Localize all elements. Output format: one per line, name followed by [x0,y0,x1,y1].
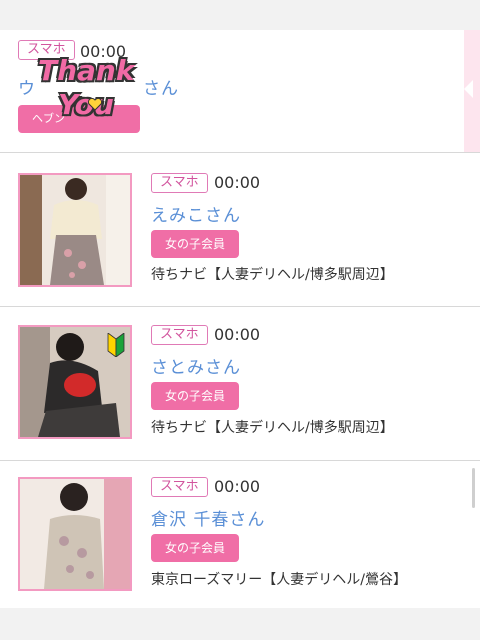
side-drawer-tab[interactable] [464,30,480,152]
member-badge-button[interactable]: 女の子会員 [151,382,240,410]
message-list: スマホ 00:00 ウ さん ヘブン Thank You スマホ 00:00 え… [0,30,480,608]
device-badge: スマホ [151,173,208,193]
person-photo-icon [20,479,130,589]
profile-photo[interactable] [18,173,132,287]
time-label: 00:00 [214,325,261,344]
scrollbar[interactable] [472,468,475,508]
list-item[interactable]: スマホ 00:00 えみこさん 女の子会員 待ちナビ【人妻デリヘル/博多駅周辺】 [0,153,480,307]
heart-icon [88,98,102,111]
time-label: 00:00 [214,173,261,192]
device-badge: スマホ [151,325,208,345]
list-item[interactable]: スマホ 00:00 さとみさん 女の子会員 待ちナビ【人妻デリヘル/博多駅周辺】 [0,307,480,461]
thank-you-stamp: Thank You [32,54,152,128]
device-badge: スマホ [151,477,208,497]
person-photo-icon [20,175,130,285]
profile-photo[interactable] [18,477,132,591]
thank-text: Thank [38,54,135,87]
shop-name[interactable]: 待ちナビ【人妻デリヘル/博多駅周辺】 [151,264,394,284]
beginner-mark-icon [107,333,125,357]
member-name[interactable]: えみこさん [151,201,241,226]
list-item[interactable]: スマホ 00:00 ウ さん ヘブン Thank You [0,30,480,153]
member-name[interactable]: 倉沢 千春さん [151,505,265,530]
member-badge-button[interactable]: 女の子会員 [151,534,240,562]
member-badge-button[interactable]: 女の子会員 [151,230,240,258]
you-text: You [58,88,114,121]
list-item[interactable]: スマホ 00:00 倉沢 千春さん 女の子会員 東京ローズマリー【人妻デリヘル/… [0,461,480,608]
shop-name[interactable]: 待ちナビ【人妻デリヘル/博多駅周辺】 [151,417,394,437]
profile-photo[interactable] [18,325,132,439]
member-name[interactable]: さとみさん [151,353,241,378]
shop-name[interactable]: 東京ローズマリー【人妻デリヘル/鶯谷】 [151,569,407,589]
arrow-left-icon [464,80,473,98]
time-label: 00:00 [214,477,261,496]
